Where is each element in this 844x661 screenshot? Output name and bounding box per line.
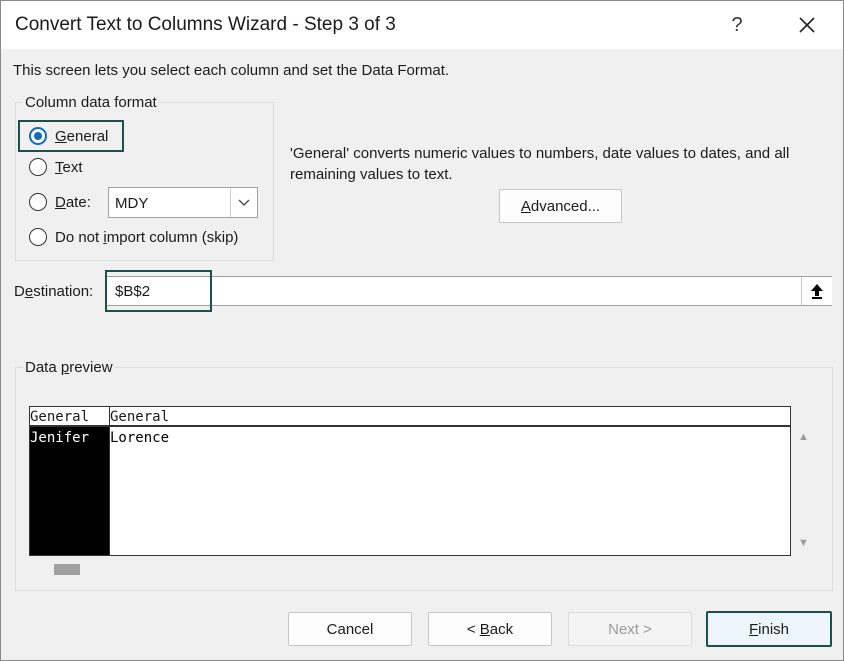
date-format-value: MDY <box>115 195 149 212</box>
back-button[interactable]: < Back <box>428 612 552 646</box>
radio-skip-indicator[interactable] <box>29 228 47 246</box>
next-button[interactable]: Next > <box>568 612 692 646</box>
dialog-title: Convert Text to Columns Wizard - Step 3 … <box>15 14 396 35</box>
column-format-group-label: Column data format <box>23 94 159 111</box>
help-button[interactable]: ? <box>707 1 767 49</box>
finish-button[interactable]: Finish <box>706 611 832 647</box>
preview-header-row: General General <box>30 407 790 427</box>
scroll-down-arrow[interactable]: ▼ <box>798 537 809 549</box>
advanced-button[interactable]: Advanced... <box>499 189 622 223</box>
preview-cell-r1c1[interactable]: Jenifer <box>30 430 89 446</box>
back-button-label: < Back <box>466 620 514 638</box>
radio-date-label: Date: <box>55 193 91 211</box>
destination-focus-highlight <box>105 270 212 312</box>
chevron-down-icon <box>238 199 250 206</box>
date-format-dropdown-button[interactable] <box>230 188 257 217</box>
radio-date-indicator[interactable] <box>29 193 47 211</box>
title-bar: Convert Text to Columns Wizard - Step 3 … <box>1 1 843 49</box>
radio-date[interactable]: Date: <box>29 193 91 211</box>
scroll-up-arrow[interactable]: ▲ <box>798 431 809 443</box>
data-preview-grid[interactable]: General General Jenifer Lorence <box>29 406 791 556</box>
preview-header-col1[interactable]: General <box>30 409 110 425</box>
cancel-button[interactable]: Cancel <box>288 612 412 646</box>
collapse-dialog-button[interactable] <box>801 277 832 305</box>
radio-skip-label: Do not import column (skip) <box>55 228 239 246</box>
dialog-window: Convert Text to Columns Wizard - Step 3 … <box>0 0 844 661</box>
general-focus-highlight <box>18 120 124 152</box>
advanced-button-label: Advanced... <box>520 197 601 215</box>
finish-button-label: Finish <box>748 620 790 638</box>
destination-input[interactable]: $B$2 <box>105 276 832 306</box>
radio-skip[interactable]: Do not import column (skip) <box>29 228 238 246</box>
intro-text: This screen lets you select each column … <box>13 62 450 79</box>
close-icon <box>799 17 815 33</box>
data-preview-label: Data preview <box>23 359 115 376</box>
preview-header-col2[interactable]: General <box>110 409 790 425</box>
format-description: 'General' converts numeric values to num… <box>290 145 790 183</box>
horizontal-scrollbar-thumb[interactable] <box>54 564 80 575</box>
date-format-select[interactable]: MDY <box>108 187 258 218</box>
selected-column-highlight[interactable] <box>30 427 109 555</box>
radio-text-indicator[interactable] <box>29 158 47 176</box>
destination-label: Destination: <box>14 283 94 300</box>
radio-text[interactable]: Text <box>29 158 83 176</box>
close-button[interactable] <box>777 1 837 49</box>
arrow-up-icon <box>811 284 823 299</box>
radio-text-label: Text <box>55 158 83 176</box>
preview-cell-r1c2[interactable]: Lorence <box>110 430 169 446</box>
